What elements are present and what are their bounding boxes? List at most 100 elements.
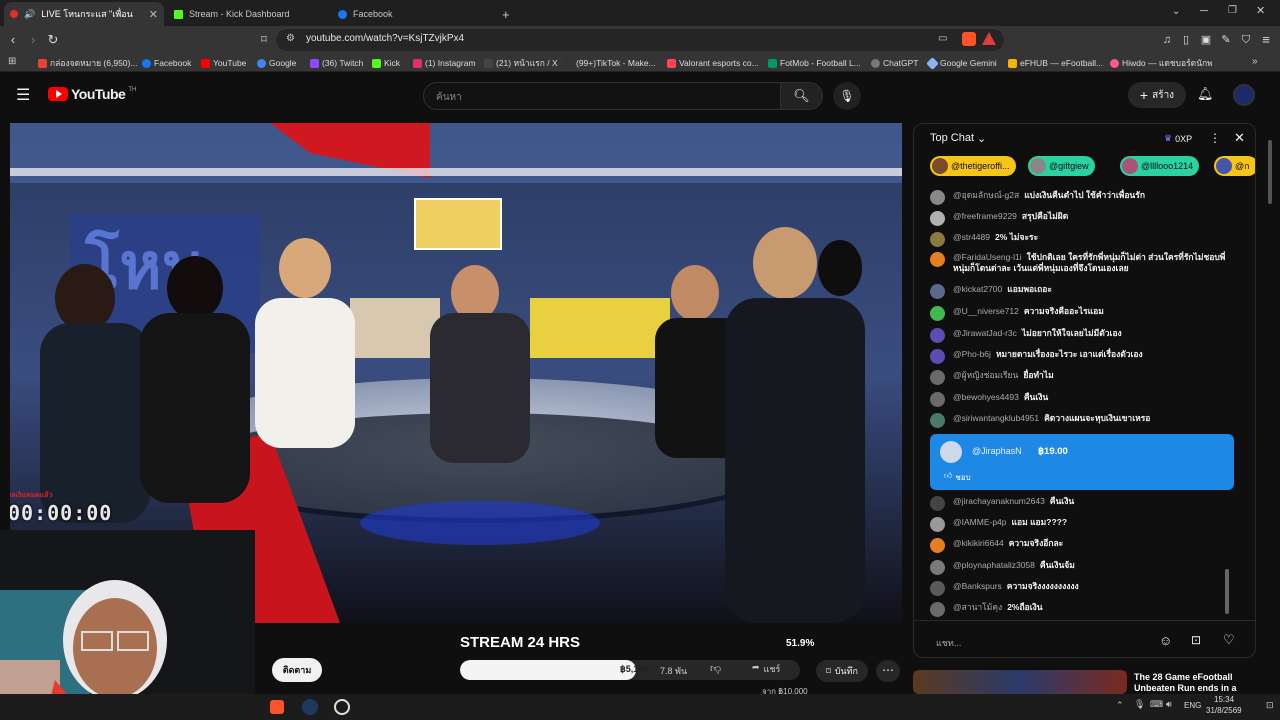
address-bar[interactable]: ⚙ youtube.com/watch?v=KsjTZvjkPx4 ▭ (276, 29, 1004, 51)
chat-message[interactable]: @อุดมลักษณ์-g2ส แบ่งเงินคืนตำไป ใช้คำว่าเ… (930, 190, 1240, 205)
minimize-icon[interactable]: ─ (1200, 5, 1208, 17)
super-chat-icon[interactable]: ⊡ (1191, 633, 1201, 647)
chat-author[interactable]: @Bankspurs (953, 581, 1002, 591)
chat-scrollbar[interactable] (1225, 569, 1229, 614)
tab-kick-dashboard[interactable]: Stream - Kick Dashboard (168, 2, 328, 26)
chat-message[interactable]: @JirawatJad-r3c ไม่อยากให้ใจเลยไม่มีตัวเอ… (930, 328, 1240, 343)
chat-author[interactable]: @freeframe9229 (953, 211, 1017, 221)
bookmark-valorant[interactable]: Valorant esports co... (667, 56, 759, 70)
chat-message[interactable]: @FaridaUseng-l1i ใช้ปกติเลย ใครที่รักพี่ห… (930, 252, 1240, 274)
hamburger-menu-icon[interactable]: ☰ (16, 85, 30, 105)
brave-taskbar-icon[interactable] (270, 700, 284, 714)
bookmark-kick[interactable]: Kick (372, 56, 400, 70)
gift-chip[interactable]: @llllooo1214 (1120, 156, 1200, 176)
site-info-icon[interactable]: ⚙ (286, 33, 295, 44)
bookmark-efhub[interactable]: eFHUB — eFootball... (1008, 56, 1103, 70)
bookmark-hiwdo[interactable]: Hiwdo — แดชบอร์ดนักพ... (1110, 56, 1212, 70)
bookmark-tiktok[interactable]: (99+)TikTok - Make... (564, 56, 656, 70)
brave-rewards-icon[interactable] (982, 32, 996, 45)
like-count[interactable]: 7.8 พัน (660, 664, 687, 678)
tab-search-icon[interactable]: ⌄ (1172, 6, 1180, 17)
save-button[interactable]: ⌑ บันทึก (816, 660, 868, 682)
chat-options-icon[interactable]: ⋮ (1209, 131, 1221, 145)
avatar[interactable] (1233, 84, 1255, 106)
youtube-logo[interactable]: YouTube TH (48, 86, 136, 102)
chat-author[interactable]: @Pho-b6j (953, 349, 991, 359)
chat-message[interactable]: @str4489 2% ไม่จะระ (930, 232, 1240, 247)
share-button[interactable]: ➦ แชร์ (752, 662, 780, 676)
subscribe-button[interactable]: ติดตาม (272, 658, 322, 682)
search-input[interactable]: ค้นหา (423, 82, 781, 110)
mic-tray-icon[interactable]: 🎙︎ (1134, 699, 1145, 710)
notification-center-icon[interactable]: ⊡ (1266, 700, 1274, 711)
chat-message[interactable]: @U__niverse712 ความจริงคืออะไรแอม (930, 306, 1240, 321)
chat-author[interactable]: @FaridaUseng-l1i (953, 252, 1022, 262)
chat-input[interactable]: แชท... (930, 631, 1150, 651)
audio-icon[interactable]: 🔊 (24, 9, 35, 20)
wallet-icon[interactable]: ▣ (1197, 31, 1215, 49)
notifications-bell-icon[interactable]: 🔔︎ (1197, 86, 1214, 102)
menu-icon[interactable]: ≡ (1257, 31, 1275, 49)
chat-author[interactable]: @สานาโม้คุง (953, 602, 1002, 612)
cast-icon[interactable]: ▭ (938, 33, 947, 44)
obs-taskbar-icon[interactable] (334, 699, 350, 715)
chat-author[interactable]: @kickat2700 (953, 284, 1002, 294)
chat-author[interactable]: @bewohyes4493 (953, 392, 1019, 402)
super-chat[interactable]: @JiraphasN ฿19.00 👍︎ ชอบ (930, 434, 1234, 490)
forward-icon[interactable]: › (24, 31, 42, 49)
super-chat-action[interactable]: 👍︎ ชอบ (944, 471, 971, 484)
chat-message[interactable]: @kikikiri6644 ความจริงอีกละ (930, 538, 1240, 553)
more-actions-icon[interactable]: ⋯ (876, 660, 900, 682)
chat-mode-selector[interactable]: Top Chat ⌄ (930, 132, 986, 145)
vpn-icon[interactable]: ⛉ (1237, 31, 1255, 49)
reload-icon[interactable]: ↻ (44, 31, 62, 49)
chat-message[interactable]: @siriwantangklub4951 คิดวางแผนจะหุบเงินเข… (930, 413, 1240, 428)
chat-message[interactable]: @bewohyes4493 คืนเงิน (930, 392, 1240, 407)
bookmark-twitch[interactable]: (36) Twitch (310, 56, 363, 70)
extensions-icon[interactable]: ✎ (1217, 31, 1235, 49)
gift-chip[interactable]: @thetigeroffi... (930, 156, 1016, 176)
bookmark-google[interactable]: Google (257, 56, 296, 70)
steam-taskbar-icon[interactable] (302, 699, 318, 715)
heart-icon[interactable]: ♡ (1223, 632, 1235, 648)
bookmark-youtube[interactable]: YouTube (201, 56, 246, 70)
chat-message[interactable]: @ผู้หญิงช่อมเรียน ยื่อทำไม (930, 370, 1240, 385)
chat-message[interactable]: @สานาโม้คุง 2%ถือเงิน (930, 602, 1240, 617)
voice-search-button[interactable]: 🎙︎ (833, 82, 861, 110)
chat-author[interactable]: @ploynaphataliz3058 (953, 560, 1035, 570)
chat-message[interactable]: @IAMME-p4p แอม แอม???? (930, 517, 1240, 532)
chat-author[interactable]: @kikikiri6644 (953, 538, 1004, 548)
xp-badge[interactable]: ♛ 0XP (1164, 133, 1192, 144)
recommended-title[interactable]: The 28 Game eFootball Unbeaten Run ends … (1134, 672, 1264, 694)
chat-author[interactable]: @IAMME-p4p (953, 517, 1007, 527)
bookmark-x[interactable]: (21) หน้าแรก / X (484, 56, 558, 70)
apps-grid-icon[interactable]: ⊞ (8, 56, 16, 67)
search-button[interactable]: 🔍︎ (781, 82, 823, 110)
create-button[interactable]: + สร้าง (1128, 82, 1186, 108)
chat-author[interactable]: @ผู้หญิงช่อมเรียน (953, 370, 1018, 380)
bookmark-facebook[interactable]: Facebook (142, 56, 191, 70)
chat-message[interactable]: @kickat2700 แอมพอเถอะ (930, 284, 1240, 299)
gift-chip[interactable]: @ก (1214, 156, 1255, 176)
media-controls-icon[interactable]: ♫ (1158, 31, 1176, 49)
chat-author[interactable]: @อุดมลักษณ์-g2ส (953, 190, 1019, 200)
chat-author[interactable]: @siriwantangklub4951 (953, 413, 1039, 423)
network-icon[interactable]: ⌨ (1150, 699, 1163, 710)
chat-author[interactable]: @U__niverse712 (953, 306, 1019, 316)
bookmark-gmail[interactable]: กล่องจดหมาย (6,950)... (38, 56, 137, 70)
brave-shield-icon[interactable] (962, 32, 976, 46)
chat-author[interactable]: @jirachayanaknum2643 (953, 496, 1045, 506)
chat-message[interactable]: @Pho-b6j หมายตามเรื่องอะไรวะ เอาแต่เรื่อง… (930, 349, 1240, 364)
bookmark-fotmob[interactable]: FotMob - Football L... (768, 56, 861, 70)
gift-chip[interactable]: @giftgiew (1028, 156, 1095, 176)
more-bookmarks-icon[interactable]: » (1252, 56, 1258, 67)
dislike-icon[interactable]: 👎︎ (710, 662, 721, 675)
close-chat-icon[interactable]: ✕ (1234, 130, 1245, 146)
close-tab-icon[interactable]: ✕ (149, 8, 158, 21)
chat-author[interactable]: @JirawatJad-r3c (953, 328, 1017, 338)
tab-youtube-live[interactable]: 🔊 LIVE โหนกระแส "เพื่อนรู้จักกัน" ✕ (4, 2, 164, 26)
bookmark-gemini[interactable]: Google Gemini (926, 56, 997, 70)
tab-facebook[interactable]: Facebook (332, 2, 492, 26)
maximize-icon[interactable]: ❐ (1228, 5, 1237, 16)
emoji-icon[interactable]: ☺ (1159, 633, 1172, 648)
